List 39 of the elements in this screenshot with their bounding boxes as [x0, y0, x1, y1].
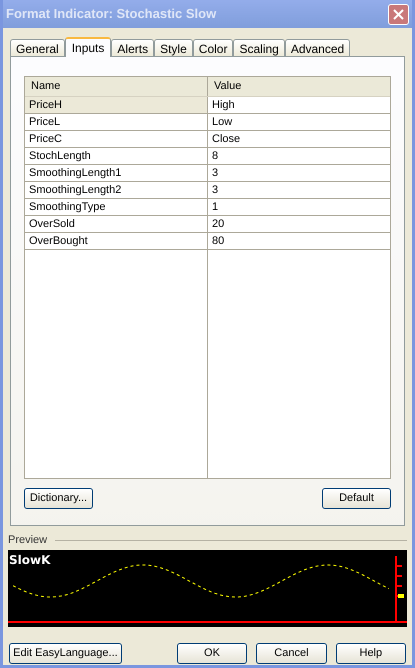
tab[interactable]: Advanced: [284, 39, 350, 56]
table-cell-text: 8: [211, 148, 220, 164]
table-cell-text: Close: [211, 132, 242, 147]
window-title: Format Indicator: Stochastic Slow: [6, 5, 216, 24]
plot-label: SlowK: [9, 552, 50, 569]
table-cell-text: 3: [211, 182, 220, 198]
column-header[interactable]: Value: [208, 77, 390, 96]
tab[interactable]: Inputs: [64, 37, 112, 57]
table-row[interactable]: SmoothingLength2 3: [25, 182, 390, 199]
edit-button[interactable]: Edit EasyLanguage...: [9, 643, 122, 664]
table-row[interactable]: OverBought 80: [25, 233, 390, 250]
table-cell-text: High: [211, 98, 236, 113]
close-button[interactable]: [388, 4, 409, 24]
table-cell-text: 3: [211, 166, 220, 181]
cancel-button[interactable]: Cancel: [256, 643, 327, 664]
help-button[interactable]: Help: [336, 643, 406, 664]
default-button[interactable]: Default: [322, 488, 391, 509]
table-cell-text: 20: [211, 216, 226, 232]
tab[interactable]: Style: [154, 39, 193, 56]
table-cell-text: 80: [211, 234, 226, 249]
table-row[interactable]: PriceL Low: [25, 114, 390, 131]
table-cell: PriceH: [25, 97, 208, 113]
column-header[interactable]: Name: [25, 77, 208, 96]
table-row[interactable]: PriceH High: [25, 97, 390, 114]
table-row[interactable]: SmoothingLength1 3: [25, 165, 390, 182]
dictionary-button[interactable]: Dictionary...: [24, 488, 93, 509]
table-row[interactable]: PriceC Close: [25, 131, 390, 148]
table-row[interactable]: OverSold 20: [25, 216, 390, 233]
tab[interactable]: Color: [192, 39, 234, 56]
tab[interactable]: Scaling: [233, 39, 285, 56]
preview-label: Preview: [8, 532, 48, 548]
table-cell-text: Low: [211, 114, 234, 130]
table-row[interactable]: StochLength 8: [25, 148, 390, 165]
table-cell-text: 1: [211, 200, 220, 215]
close-icon: [393, 8, 404, 20]
table-row[interactable]: SmoothingType 1: [25, 199, 390, 216]
tab[interactable]: Alerts: [111, 39, 154, 56]
ok-button[interactable]: OK: [176, 643, 248, 664]
tab[interactable]: General: [10, 39, 65, 56]
